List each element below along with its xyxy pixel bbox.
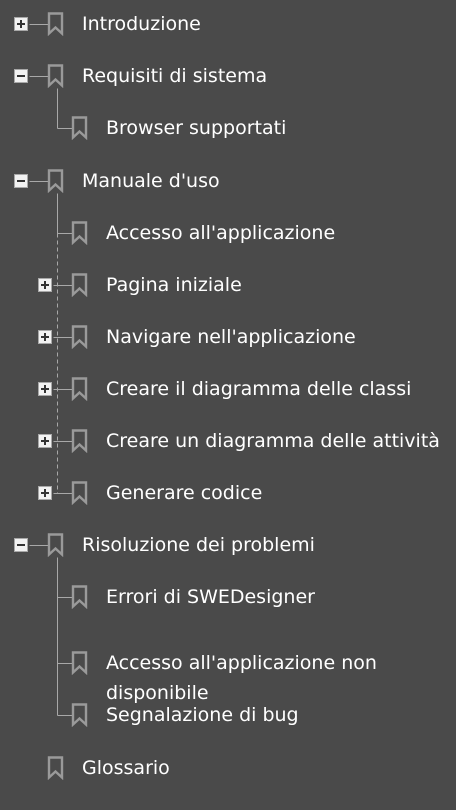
outline-item-label[interactable]: Accesso all'applicazione [106,218,335,248]
outline-item-label[interactable]: Segnalazione di bug [106,700,299,730]
expand-icon[interactable] [38,486,52,500]
outline-item-label[interactable]: Accesso all'applicazione non disponibile [106,648,416,708]
bookmark-icon [70,377,90,401]
outline-item-label[interactable]: Navigare nell'applicazione [106,322,356,352]
bookmark-icon [70,585,90,609]
outline-item-label[interactable]: Creare un diagramma delle attività [106,426,440,456]
outline-item-label[interactable]: Creare il diagramma delle classi [106,374,411,404]
bookmark-icon [70,116,90,140]
bookmark-icon [46,169,66,193]
expand-icon[interactable] [38,434,52,448]
expand-icon[interactable] [14,17,28,31]
bookmark-icon [70,703,90,727]
bookmark-icon [46,533,66,557]
collapse-icon[interactable] [14,174,28,188]
bookmark-icon [46,64,66,88]
outline-item-label[interactable]: Requisiti di sistema [82,61,267,91]
collapse-icon[interactable] [14,538,28,552]
bookmark-icon [70,651,90,675]
bookmark-icon [46,12,66,36]
collapse-icon[interactable] [14,69,28,83]
expand-icon[interactable] [38,278,52,292]
bookmark-icon [70,325,90,349]
bookmark-icon [70,481,90,505]
expand-icon[interactable] [38,330,52,344]
document-outline: Introduzione Requisiti di sistema Browser … [0,0,456,810]
outline-item-label[interactable]: Manuale d'uso [82,166,220,196]
bookmark-icon [70,221,90,245]
outline-item-label[interactable]: Generare codice [106,478,262,508]
expand-icon[interactable] [38,382,52,396]
outline-item-label[interactable]: Browser supportati [106,113,286,143]
outline-item-label[interactable]: Pagina iniziale [106,270,242,300]
outline-item-label[interactable]: Introduzione [82,9,201,39]
outline-item-label[interactable]: Risoluzione dei problemi [82,530,315,560]
outline-item-label[interactable]: Errori di SWEDesigner [106,582,315,612]
bookmark-icon [70,429,90,453]
bookmark-icon [70,273,90,297]
outline-item-label[interactable]: Glossario [82,753,170,783]
bookmark-icon [46,756,66,780]
